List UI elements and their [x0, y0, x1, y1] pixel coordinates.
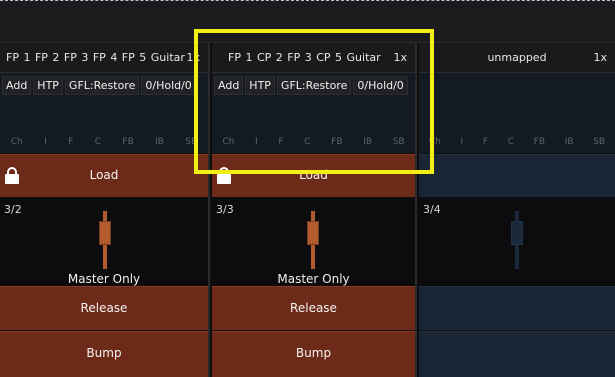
param-sb: SB [593, 137, 606, 147]
param-fb: FB [122, 137, 134, 147]
fader-mode-label: Master Only [67, 272, 141, 286]
param-c: C [507, 137, 514, 147]
release-label: Release [80, 301, 128, 315]
param-c: C [94, 137, 101, 147]
load-label: Load [89, 168, 119, 182]
param-i: I [44, 137, 47, 147]
param-row: Ch I F C FB IB SB [419, 137, 615, 151]
gfl-restore-button[interactable]: GFL:Restore [64, 76, 140, 95]
fader-id: 3/4 [423, 203, 441, 216]
hold-button[interactable]: 0/Hold/0 [141, 76, 196, 95]
fader-header-label: FP 1 FP 2 FP 3 FP 4 FP 5 Guitar [6, 51, 185, 64]
param-i: I [460, 137, 464, 147]
fader-area: 3/4 [419, 197, 615, 286]
fader-handle[interactable] [307, 221, 319, 245]
param-f: F [68, 137, 74, 147]
bump-button[interactable] [419, 331, 615, 377]
fader-area: 3/3 Master Only [212, 197, 415, 286]
fader-id: 3/2 [4, 203, 22, 216]
param-ib: IB [564, 137, 574, 147]
load-button[interactable] [419, 154, 615, 197]
fader-handle[interactable] [99, 221, 111, 245]
bump-label: Bump [295, 346, 332, 360]
param-row: Ch I F C FB IB SB [0, 137, 208, 151]
fader-header[interactable]: FP 1 FP 2 FP 3 FP 4 FP 5 Guitar 1x [0, 42, 208, 73]
bump-button[interactable]: Bump [212, 331, 415, 377]
release-button[interactable]: Release [212, 286, 415, 330]
bump-button[interactable]: Bump [0, 331, 208, 377]
param-ib: IB [155, 137, 164, 147]
fader-header-label: unmapped [487, 51, 547, 64]
fader-mode-label: Master Only [277, 272, 350, 286]
release-button[interactable] [419, 286, 615, 330]
fader-column-3: unmapped 1x Ch I F C FB IB SB 3/4 [419, 42, 615, 377]
load-button[interactable]: Load [0, 154, 208, 197]
fader-upper: Ch I F C FB IB SB [419, 73, 615, 153]
fader-button-row: Add HTP GFL:Restore 0/Hold/0 [2, 76, 196, 95]
param-f: F [482, 137, 489, 147]
param-fb: FB [533, 137, 546, 147]
fader-header[interactable]: unmapped 1x [419, 42, 615, 73]
fader-id: 3/3 [216, 203, 234, 216]
bump-label: Bump [86, 346, 122, 360]
fader-handle[interactable] [511, 221, 523, 245]
htp-button[interactable]: HTP [33, 76, 63, 95]
fader-multiplier[interactable]: 1x [593, 51, 607, 64]
fader-area: 3/2 Master Only [0, 197, 208, 286]
release-button[interactable]: Release [0, 286, 208, 330]
highlight-box [194, 29, 434, 174]
fader-column-1: FP 1 FP 2 FP 3 FP 4 FP 5 Guitar 1x Add H… [0, 42, 210, 377]
add-button[interactable]: Add [2, 76, 32, 95]
fader-upper: Add HTP GFL:Restore 0/Hold/0 Ch I F C FB… [0, 73, 208, 153]
param-ch: Ch [10, 137, 23, 147]
release-label: Release [290, 301, 337, 315]
